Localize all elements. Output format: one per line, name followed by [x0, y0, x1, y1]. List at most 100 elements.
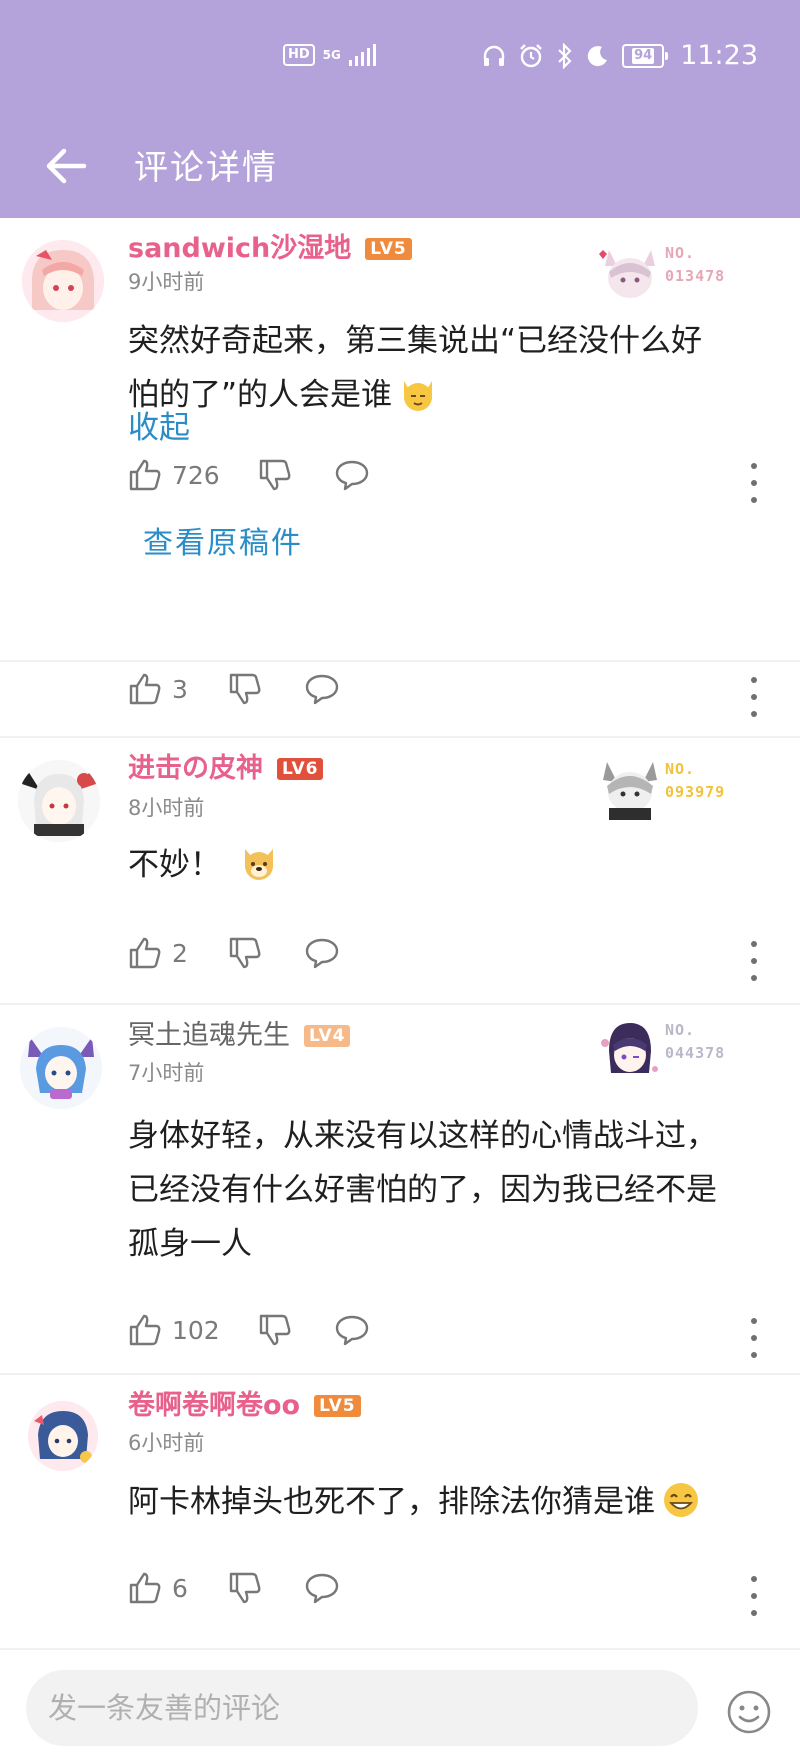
username-text: sandwich沙湿地 — [128, 233, 352, 264]
comment-reply: 进击の皮神 LV6 8小时前 NO. 093979 不妙！ 2 — [0, 738, 800, 1003]
comment-reply: 卷啊卷啊卷oo LV5 6小时前 阿卡林掉头也死不了，排除法你猜是谁 6 — [0, 1375, 800, 1630]
divider — [0, 660, 800, 662]
reply-button[interactable] — [304, 672, 340, 706]
username-text: 进击の皮神 — [128, 753, 263, 784]
chat-bubble-icon — [335, 1315, 369, 1346]
app-header: HD 5G 94 11:23 评论详情 — [0, 0, 800, 218]
username[interactable]: 卷啊卷啊卷oo LV5 — [128, 1383, 361, 1422]
like-button[interactable]: 102 — [128, 1313, 220, 1347]
reply-button[interactable] — [334, 1313, 370, 1347]
back-button[interactable] — [38, 136, 98, 196]
username[interactable]: 进击の皮神 LV6 — [128, 746, 324, 785]
dislike-button[interactable] — [258, 1313, 292, 1347]
like-button[interactable]: 3 — [128, 672, 188, 706]
comment-input-bar — [0, 1648, 800, 1762]
thumbs-up-icon — [129, 1572, 161, 1604]
fan-number: NO. 044378 — [665, 1021, 726, 1062]
fan-badge-image — [599, 250, 655, 298]
avatar-image — [18, 760, 100, 842]
like-button[interactable]: 2 — [128, 936, 188, 970]
thumbs-up-icon — [129, 459, 161, 491]
collapse-link[interactable]: 收起 — [128, 402, 190, 447]
page-title: 评论详情 — [134, 148, 278, 188]
comment-text: 不妙！ — [128, 838, 768, 892]
comment-time: 7小时前 — [128, 1061, 205, 1085]
action-row: 726 — [0, 458, 800, 508]
dislike-button[interactable] — [228, 672, 262, 706]
reply-button[interactable] — [304, 1571, 340, 1605]
avatar[interactable] — [18, 760, 100, 842]
like-button[interactable]: 6 — [128, 1571, 188, 1605]
like-count: 2 — [172, 938, 188, 968]
view-original-link[interactable]: 查看原稿件 — [143, 518, 303, 562]
bluetooth-icon — [558, 42, 572, 69]
comment-root: sandwich沙湿地 LV5 9小时前 NO. 013478 突然好奇起来，第三… — [0, 218, 800, 648]
thumbs-down-icon — [229, 1572, 261, 1604]
doge-face-emoji — [245, 849, 273, 880]
avatar[interactable] — [20, 1027, 102, 1109]
like-button[interactable]: 726 — [128, 458, 220, 492]
username-text: 卷啊卷啊卷oo — [128, 1390, 301, 1421]
comment-time: 8小时前 — [128, 796, 205, 820]
chat-bubble-icon — [305, 1573, 339, 1604]
fan-badge[interactable]: NO. 093979 — [595, 752, 745, 822]
thumbs-down-icon — [259, 459, 291, 491]
more-options-button[interactable] — [744, 463, 764, 503]
headphones-icon — [483, 45, 505, 66]
more-options-button[interactable] — [744, 1318, 764, 1358]
avatar-image — [20, 1027, 102, 1109]
battery-icon: 94 — [622, 43, 669, 68]
more-options-button[interactable] — [744, 677, 764, 717]
username[interactable]: sandwich沙湿地 LV5 — [128, 226, 412, 265]
action-row: 102 — [0, 1313, 800, 1363]
comment-text: 突然好奇起来，第三集说出“已经没什么好 怕的了”的人会是谁 — [128, 323, 703, 413]
battery-level: 94 — [632, 47, 655, 64]
network-indicator: HD 5G — [283, 44, 376, 66]
like-count: 102 — [172, 1315, 220, 1345]
thumbs-up-icon — [129, 1314, 161, 1346]
moon-icon — [587, 45, 608, 66]
grin-face-emoji — [664, 1483, 698, 1517]
username[interactable]: 冥土追魂先生 LV4 — [128, 1013, 351, 1052]
level-badge: LV5 — [365, 238, 412, 260]
avatar[interactable] — [22, 240, 104, 322]
fan-badge-image — [601, 1023, 658, 1073]
fan-badge-image — [603, 762, 657, 820]
comment-reply: 冥土追魂先生 LV4 7小时前 NO. 044378 身体好轻，从来没有以这样的心… — [0, 1005, 800, 1370]
comment-input[interactable] — [26, 1670, 698, 1746]
thumbs-down-icon — [229, 673, 261, 705]
emoji-button[interactable] — [725, 1688, 773, 1736]
fan-number: NO. 013478 — [665, 244, 726, 285]
dislike-button[interactable] — [228, 1571, 262, 1605]
comment-time: 9小时前 — [128, 270, 205, 294]
reply-button[interactable] — [304, 936, 340, 970]
network-type: 5G — [322, 48, 341, 62]
thumbs-down-icon — [259, 1314, 291, 1346]
action-row: 6 — [0, 1571, 800, 1621]
status-bar: HD 5G 94 11:23 — [0, 0, 800, 118]
clock: 11:23 — [680, 40, 758, 71]
avatar-image — [28, 1401, 98, 1471]
fan-badge[interactable]: NO. 013478 — [595, 236, 745, 306]
username-text: 冥土追魂先生 — [128, 1020, 290, 1051]
more-options-button[interactable] — [744, 941, 764, 981]
action-row: 3 — [0, 672, 800, 722]
title-bar: 评论详情 — [0, 118, 800, 218]
thumbs-up-icon — [129, 937, 161, 969]
comment-text: 身体好轻，从来没有以这样的心情战斗过， 已经没有什么好害怕的了，因为我已经不是 … — [128, 1118, 717, 1262]
status-icons: 94 11:23 — [482, 40, 758, 71]
like-count: 726 — [172, 460, 220, 490]
dislike-button[interactable] — [228, 936, 262, 970]
avatar[interactable] — [28, 1401, 98, 1471]
level-badge: LV6 — [277, 758, 324, 780]
level-badge: LV4 — [304, 1025, 351, 1047]
dislike-button[interactable] — [258, 458, 292, 492]
arrow-left-icon — [46, 148, 87, 184]
hd-badge: HD — [283, 44, 315, 66]
more-options-button[interactable] — [744, 1576, 764, 1616]
cat-face-emoji — [404, 381, 433, 411]
smiley-icon — [727, 1690, 771, 1734]
alarm-icon — [520, 43, 543, 67]
fan-badge[interactable]: NO. 044378 — [595, 1013, 745, 1083]
reply-button[interactable] — [334, 458, 370, 492]
